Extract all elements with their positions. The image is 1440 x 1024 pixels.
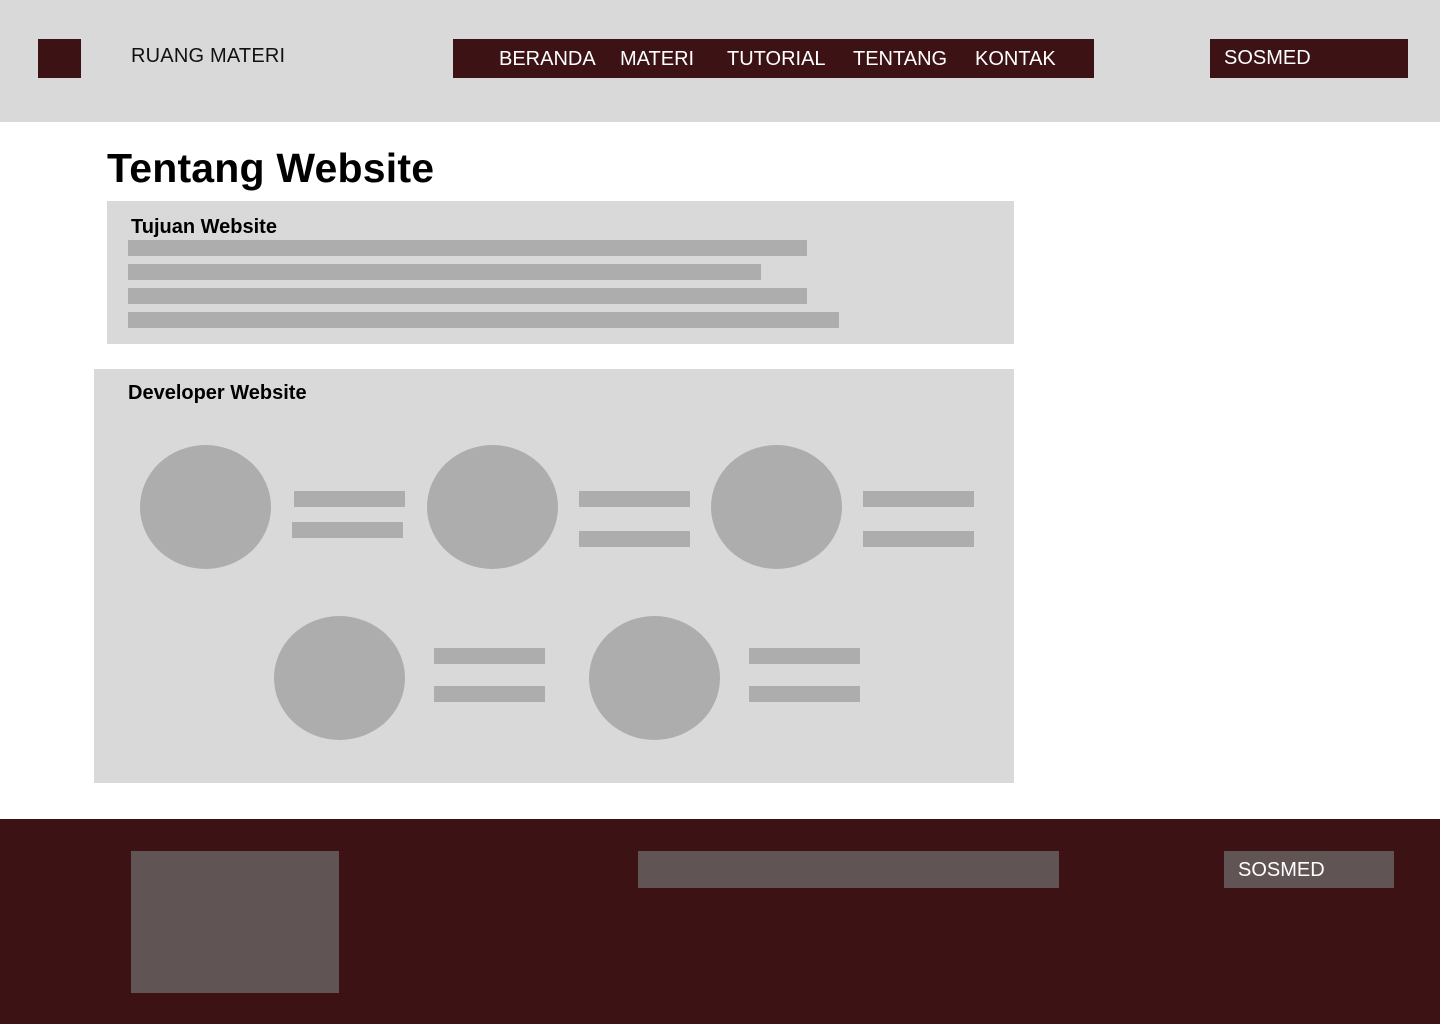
text-placeholder-line xyxy=(128,312,839,328)
developer-title: Developer Website xyxy=(128,382,307,404)
header: RUANG MATERI BERANDA MATERI TUTORIAL TEN… xyxy=(0,0,1440,122)
developer-avatar xyxy=(274,616,405,740)
main-nav: BERANDA MATERI TUTORIAL TENTANG KONTAK xyxy=(453,39,1094,78)
text-placeholder-line xyxy=(128,264,761,280)
developer-avatar xyxy=(711,445,842,569)
developer-name-placeholder xyxy=(749,648,860,664)
site-name[interactable]: RUANG MATERI xyxy=(131,45,285,68)
footer-info-placeholder xyxy=(638,851,1059,888)
nav-item-beranda[interactable]: BERANDA xyxy=(499,48,596,71)
developer-name-placeholder xyxy=(863,491,974,507)
nav-item-materi[interactable]: MATERI xyxy=(620,48,694,71)
developer-role-placeholder xyxy=(749,686,860,702)
tujuan-section: Tujuan Website xyxy=(107,201,1014,344)
nav-item-kontak[interactable]: KONTAK xyxy=(975,48,1056,71)
developer-role-placeholder xyxy=(292,522,403,538)
logo[interactable] xyxy=(38,39,81,78)
developer-avatar xyxy=(427,445,558,569)
sosmed-button[interactable]: SOSMED xyxy=(1210,39,1408,78)
page-title: Tentang Website xyxy=(107,145,435,191)
developer-role-placeholder xyxy=(863,531,974,547)
developer-role-placeholder xyxy=(434,686,545,702)
nav-item-tentang[interactable]: TENTANG xyxy=(853,48,947,71)
developer-avatar xyxy=(589,616,720,740)
developer-role-placeholder xyxy=(579,531,690,547)
footer-logo-placeholder xyxy=(131,851,339,993)
developer-name-placeholder xyxy=(434,648,545,664)
text-placeholder-line xyxy=(128,240,807,256)
developer-name-placeholder xyxy=(294,491,405,507)
text-placeholder-line xyxy=(128,288,807,304)
developer-name-placeholder xyxy=(579,491,690,507)
footer-sosmed-button[interactable]: SOSMED xyxy=(1224,851,1394,888)
footer: SOSMED xyxy=(0,819,1440,1024)
tujuan-title: Tujuan Website xyxy=(131,216,277,238)
nav-item-tutorial[interactable]: TUTORIAL xyxy=(727,48,826,71)
developer-avatar xyxy=(140,445,271,569)
developer-section: Developer Website xyxy=(94,369,1014,783)
